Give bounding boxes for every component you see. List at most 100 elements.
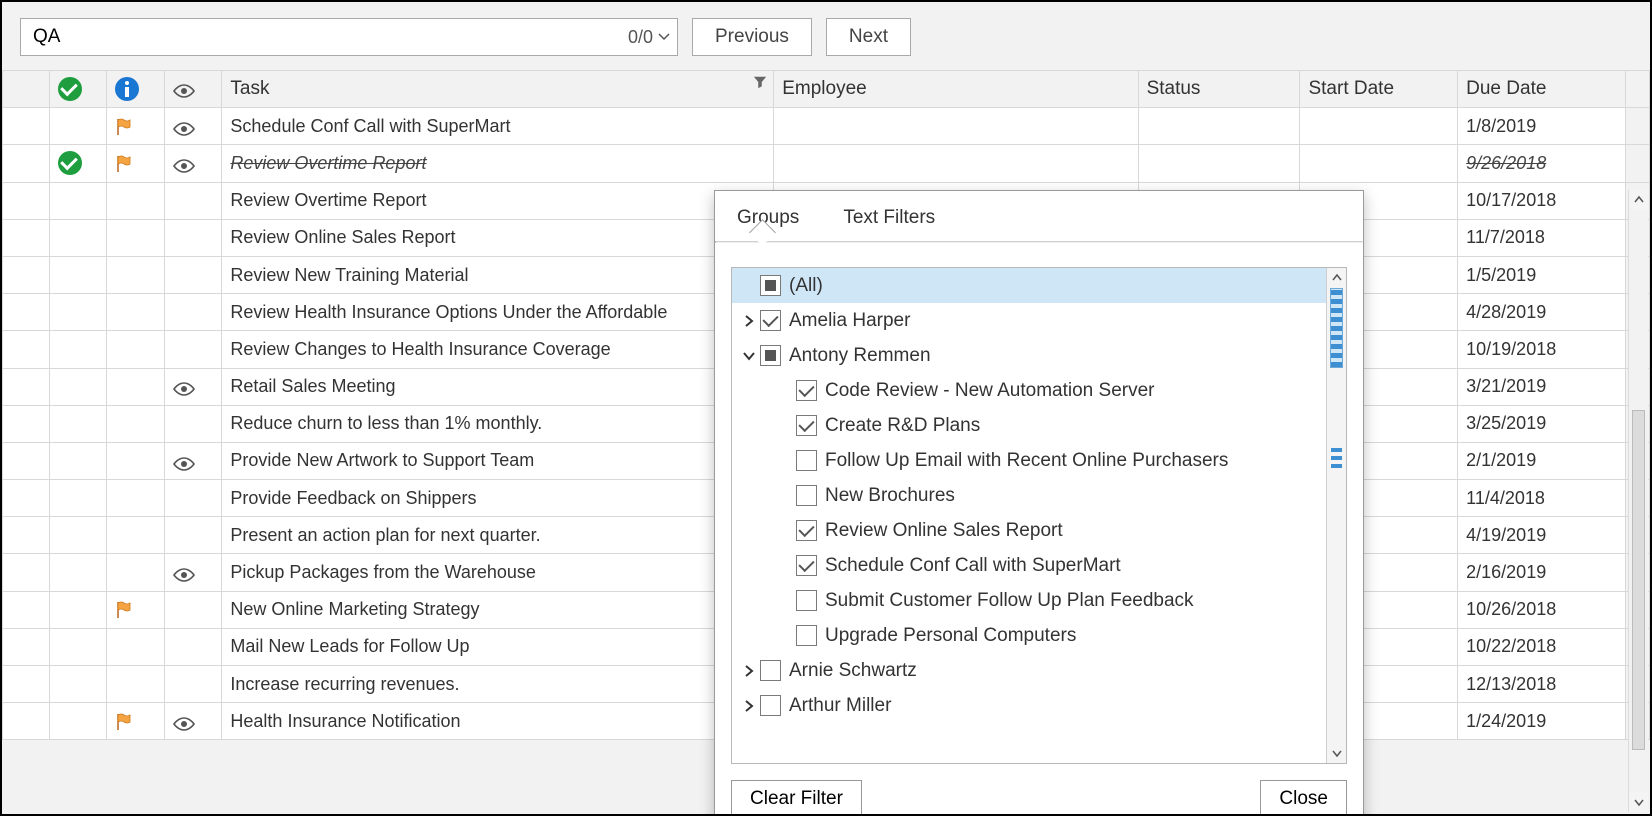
cell-task[interactable]: Retail Sales Meeting <box>222 368 774 405</box>
cell-completed[interactable] <box>49 182 107 219</box>
cell-due-date[interactable]: 1/8/2019 <box>1458 108 1626 145</box>
cell-completed[interactable] <box>49 368 107 405</box>
cell-task[interactable]: Pickup Packages from the Warehouse <box>222 554 774 591</box>
cell-flag[interactable] <box>107 108 165 145</box>
cell-due-date[interactable]: 11/4/2018 <box>1458 480 1626 517</box>
cell-watch[interactable] <box>164 182 222 219</box>
filter-checkbox[interactable] <box>796 625 817 646</box>
cell-due-date[interactable]: 12/13/2018 <box>1458 666 1626 703</box>
cell-flag[interactable] <box>107 294 165 331</box>
cell-task[interactable]: Review Online Sales Report <box>222 219 774 256</box>
filter-tree-item[interactable]: Schedule Conf Call with SuperMart <box>732 548 1326 583</box>
cell-start-date[interactable] <box>1300 145 1458 182</box>
cell-completed[interactable] <box>49 480 107 517</box>
cell-flag[interactable] <box>107 666 165 703</box>
cell-task[interactable]: New Online Marketing Strategy <box>222 591 774 628</box>
cell-flag[interactable] <box>107 368 165 405</box>
cell-due-date[interactable]: 10/17/2018 <box>1458 182 1626 219</box>
cell-task[interactable]: Health Insurance Notification <box>222 703 774 740</box>
chevron-right-icon[interactable] <box>738 695 760 717</box>
column-employee[interactable]: Employee <box>774 71 1138 108</box>
cell-status[interactable] <box>1138 145 1300 182</box>
cell-flag[interactable] <box>107 591 165 628</box>
scroll-up-icon[interactable] <box>1629 190 1648 210</box>
cell-due-date[interactable]: 3/21/2019 <box>1458 368 1626 405</box>
cell-flag[interactable] <box>107 703 165 740</box>
vertical-scrollbar[interactable] <box>1628 190 1648 812</box>
cell-due-date[interactable]: 1/24/2019 <box>1458 703 1626 740</box>
chevron-right-icon[interactable] <box>738 660 760 682</box>
cell-employee[interactable] <box>774 108 1138 145</box>
cell-flag[interactable] <box>107 219 165 256</box>
cell-due-date[interactable]: 11/7/2018 <box>1458 219 1626 256</box>
filter-tree-item[interactable]: Create R&D Plans <box>732 408 1326 443</box>
column-flagged[interactable] <box>107 71 165 108</box>
cell-completed[interactable] <box>49 703 107 740</box>
cell-flag[interactable] <box>107 517 165 554</box>
cell-due-date[interactable]: 2/1/2019 <box>1458 442 1626 479</box>
cell-employee[interactable] <box>774 145 1138 182</box>
cell-due-date[interactable]: 4/19/2019 <box>1458 517 1626 554</box>
cell-completed[interactable] <box>49 591 107 628</box>
filter-checkbox[interactable] <box>760 345 781 366</box>
column-watched[interactable] <box>164 71 222 108</box>
scroll-down-icon[interactable] <box>1327 743 1346 763</box>
cell-flag[interactable] <box>107 182 165 219</box>
cell-status[interactable] <box>1138 108 1300 145</box>
cell-watch[interactable] <box>164 442 222 479</box>
filter-tree-item[interactable]: Submit Customer Follow Up Plan Feedback <box>732 583 1326 618</box>
previous-button[interactable]: Previous <box>692 18 812 56</box>
cell-watch[interactable] <box>164 256 222 293</box>
cell-watch[interactable] <box>164 554 222 591</box>
cell-completed[interactable] <box>49 145 107 182</box>
scroll-thumb[interactable] <box>1632 410 1645 750</box>
filter-tree-item[interactable]: Arthur Miller <box>732 688 1326 723</box>
column-task[interactable]: Task <box>222 71 774 108</box>
cell-watch[interactable] <box>164 628 222 665</box>
chevron-right-icon[interactable] <box>738 310 760 332</box>
cell-watch[interactable] <box>164 591 222 628</box>
checkbox-all[interactable] <box>760 275 781 296</box>
column-completed[interactable] <box>49 71 107 108</box>
cell-task[interactable]: Review Overtime Report <box>222 145 774 182</box>
filter-checkbox[interactable] <box>796 590 817 611</box>
cell-due-date[interactable]: 10/19/2018 <box>1458 331 1626 368</box>
cell-completed[interactable] <box>49 517 107 554</box>
filter-checkbox[interactable] <box>796 485 817 506</box>
cell-watch[interactable] <box>164 331 222 368</box>
cell-flag[interactable] <box>107 405 165 442</box>
cell-task[interactable]: Present an action plan for next quarter. <box>222 517 774 554</box>
filter-tree-item[interactable]: Amelia Harper <box>732 303 1326 338</box>
cell-watch[interactable] <box>164 666 222 703</box>
chevron-down-icon[interactable] <box>738 345 760 367</box>
cell-completed[interactable] <box>49 628 107 665</box>
cell-watch[interactable] <box>164 480 222 517</box>
tree-scroll-thumb[interactable] <box>1330 288 1343 368</box>
cell-watch[interactable] <box>164 703 222 740</box>
cell-due-date[interactable]: 4/28/2019 <box>1458 294 1626 331</box>
filter-tree-item[interactable]: Review Online Sales Report <box>732 513 1326 548</box>
cell-completed[interactable] <box>49 219 107 256</box>
cell-flag[interactable] <box>107 145 165 182</box>
column-status[interactable]: Status <box>1138 71 1300 108</box>
cell-flag[interactable] <box>107 442 165 479</box>
clear-filter-button[interactable]: Clear Filter <box>731 780 862 814</box>
cell-watch[interactable] <box>164 294 222 331</box>
cell-task[interactable]: Provide New Artwork to Support Team <box>222 442 774 479</box>
cell-due-date[interactable]: 3/25/2019 <box>1458 405 1626 442</box>
next-button[interactable]: Next <box>826 18 911 56</box>
filter-tree-item[interactable]: Antony Remmen <box>732 338 1326 373</box>
cell-watch[interactable] <box>164 219 222 256</box>
cell-watch[interactable] <box>164 145 222 182</box>
cell-task[interactable]: Increase recurring revenues. <box>222 666 774 703</box>
cell-due-date[interactable]: 9/26/2018 <box>1458 145 1626 182</box>
tab-text-filters[interactable]: Text Filters <box>835 199 943 241</box>
cell-watch[interactable] <box>164 405 222 442</box>
cell-flag[interactable] <box>107 480 165 517</box>
filter-checkbox[interactable] <box>796 380 817 401</box>
cell-completed[interactable] <box>49 554 107 591</box>
cell-task[interactable]: Provide Feedback on Shippers <box>222 480 774 517</box>
tree-scrollbar[interactable] <box>1326 268 1346 763</box>
cell-start-date[interactable] <box>1300 108 1458 145</box>
cell-watch[interactable] <box>164 517 222 554</box>
